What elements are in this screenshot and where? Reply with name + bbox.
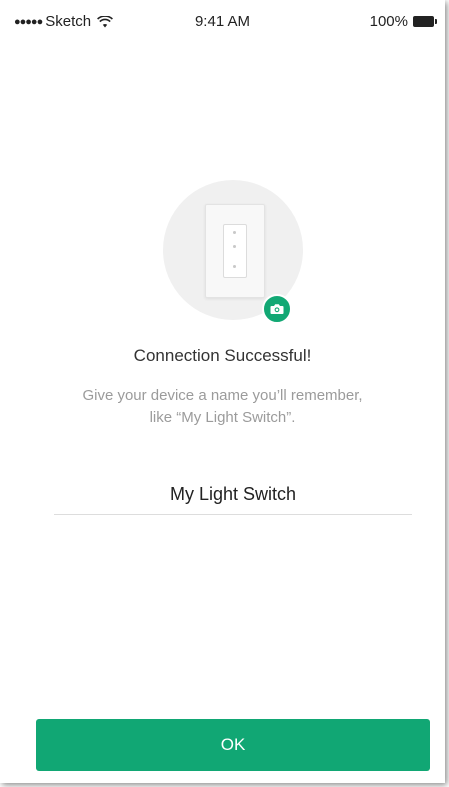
change-photo-button[interactable] <box>262 294 292 324</box>
page-title: Connection Successful! <box>133 346 312 365</box>
device-name-input[interactable] <box>54 474 412 515</box>
camera-icon <box>270 304 284 314</box>
ok-button[interactable]: OK <box>36 719 430 771</box>
battery-icon <box>413 16 437 27</box>
status-battery-group: 100% <box>370 13 437 30</box>
status-bar: ●●●●● Sketch 9:41 AM 100% <box>0 0 445 40</box>
instruction-line-1: Give your device a name you’ll remember, <box>82 387 363 404</box>
light-switch-icon <box>205 204 265 298</box>
instruction-text: Give your device a name you’ll remember,… <box>40 385 405 429</box>
app-screen: ●●●●● Sketch 9:41 AM 100% Connection Suc… <box>0 0 445 783</box>
switch-rocker <box>223 224 247 278</box>
battery-percent: 100% <box>369 13 408 30</box>
instruction-line-2: like “My Light Switch”. <box>149 409 296 426</box>
